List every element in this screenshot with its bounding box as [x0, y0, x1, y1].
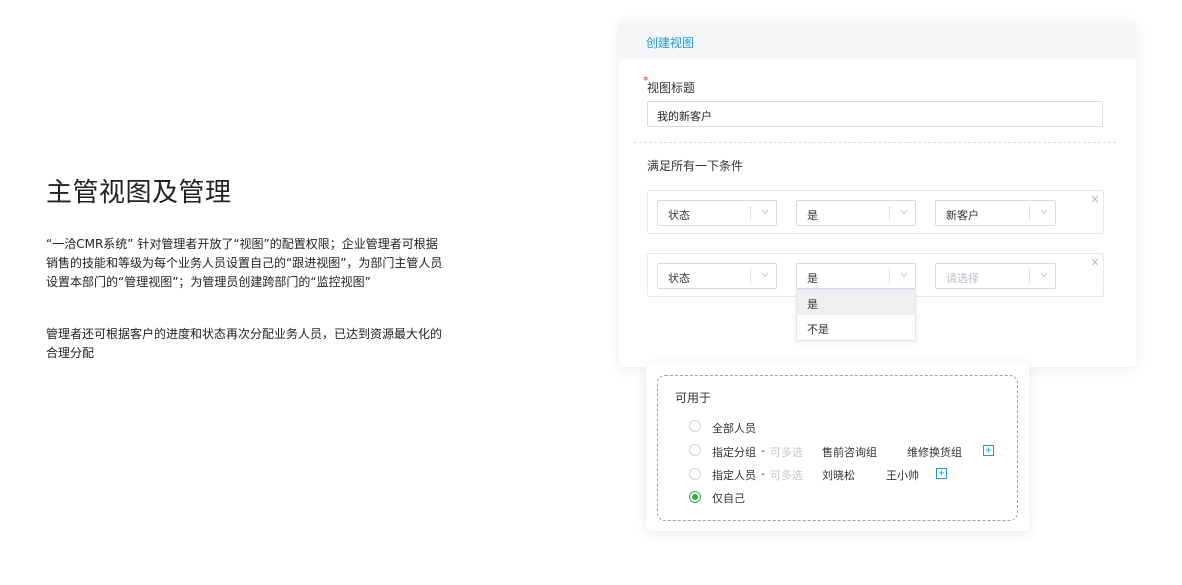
card-header-title: 创建视图 — [646, 36, 695, 50]
group-tag[interactable]: 维修换货组 — [907, 444, 962, 460]
person-tag[interactable]: 王小帅 — [886, 467, 919, 483]
radio-all-members[interactable] — [689, 420, 701, 432]
view-title-label: 视图标题 — [647, 81, 696, 95]
select-value: 状态 — [668, 209, 690, 222]
dropdown-option-label: 是 — [807, 298, 818, 311]
card-header: 创建视图 — [619, 22, 1136, 59]
availability-title: 可用于 — [675, 391, 712, 405]
option-label-all-members: 全部人员 — [712, 422, 756, 435]
section-divider — [634, 142, 1116, 143]
dropdown-option-is-not[interactable]: 不是 — [797, 315, 915, 340]
radio-specified-groups[interactable] — [689, 444, 701, 456]
plus-icon[interactable]: + — [936, 468, 947, 479]
view-title-input[interactable]: 我的新客户 — [647, 101, 1103, 127]
person-tag[interactable]: 刘晓松 — [822, 467, 855, 483]
condition-field-select[interactable]: 状态 — [657, 200, 777, 226]
condition-operator-select[interactable]: 是 — [796, 200, 916, 226]
select-value: 是 — [807, 272, 818, 285]
chevron-down-icon — [761, 209, 769, 215]
close-icon[interactable]: × — [1090, 255, 1100, 269]
option-separator: - — [761, 444, 765, 457]
dropdown-option-label: 不是 — [807, 323, 829, 336]
option-label-specified-groups: 指定分组 — [712, 446, 756, 459]
close-icon[interactable]: × — [1090, 192, 1100, 206]
chevron-down-icon — [900, 209, 908, 215]
option-label-specified-people: 指定人员 — [712, 469, 756, 482]
select-value: 新客户 — [946, 209, 979, 222]
select-separator — [889, 269, 890, 283]
option-separator: - — [761, 467, 765, 480]
select-separator — [750, 269, 751, 283]
condition-value-select[interactable]: 请选择 — [935, 263, 1056, 289]
option-hint-multi-select: 可多选 — [770, 446, 803, 459]
plus-icon[interactable]: + — [983, 445, 994, 456]
condition-field-select[interactable]: 状态 — [657, 263, 777, 289]
intro-paragraph-1: “一洽CMR系统” 针对管理者开放了“视图”的配置权限；企业管理者可根据销售的技… — [46, 237, 443, 289]
select-value: 状态 — [668, 272, 690, 285]
view-title-value: 我的新客户 — [657, 110, 712, 123]
chevron-down-icon — [761, 272, 769, 278]
radio-only-myself[interactable] — [689, 491, 701, 503]
select-value: 是 — [807, 209, 818, 222]
group-tag[interactable]: 售前咨询组 — [822, 444, 877, 460]
condition-value-select[interactable]: 新客户 — [935, 200, 1056, 226]
dropdown-option-is[interactable]: 是 — [797, 290, 915, 315]
chevron-down-icon — [900, 272, 908, 278]
option-label-only-myself: 仅自己 — [712, 492, 745, 505]
select-separator — [1029, 269, 1030, 283]
select-separator — [750, 206, 751, 220]
conditions-heading: 满足所有一下条件 — [647, 159, 744, 173]
section-title: 主管视图及管理 — [46, 178, 232, 208]
chevron-down-icon — [1040, 209, 1048, 215]
condition-operator-select[interactable]: 是 — [796, 263, 916, 289]
select-separator — [1029, 206, 1030, 220]
radio-specified-people[interactable] — [689, 468, 701, 480]
option-hint-multi-select: 可多选 — [770, 469, 803, 482]
operator-dropdown-menu: 是 不是 — [796, 289, 916, 341]
intro-paragraph-2: 管理者还可根据客户的进度和状态再次分配业务人员，已达到资源最大化的合理分配 — [46, 327, 443, 360]
select-placeholder: 请选择 — [946, 272, 979, 285]
select-separator — [889, 206, 890, 220]
chevron-down-icon — [1040, 272, 1048, 278]
